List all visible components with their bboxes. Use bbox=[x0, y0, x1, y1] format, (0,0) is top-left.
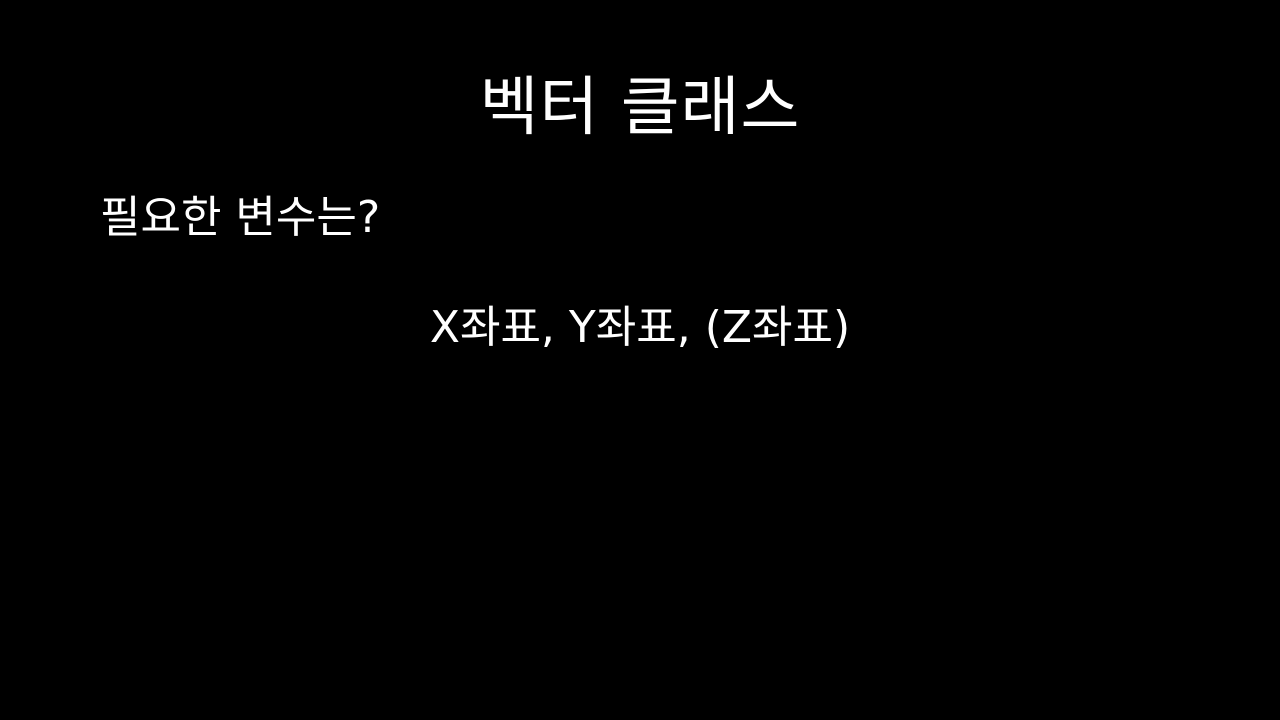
answer-text: X좌표, Y좌표, (Z좌표) bbox=[429, 302, 851, 353]
slide-title: 벡터 클래스 bbox=[479, 71, 801, 145]
slide: 벡터 클래스 필요한 변수는? X좌표, Y좌표, (Z좌표) bbox=[0, 0, 1280, 720]
question-text: 필요한 변수는? bbox=[100, 192, 381, 243]
